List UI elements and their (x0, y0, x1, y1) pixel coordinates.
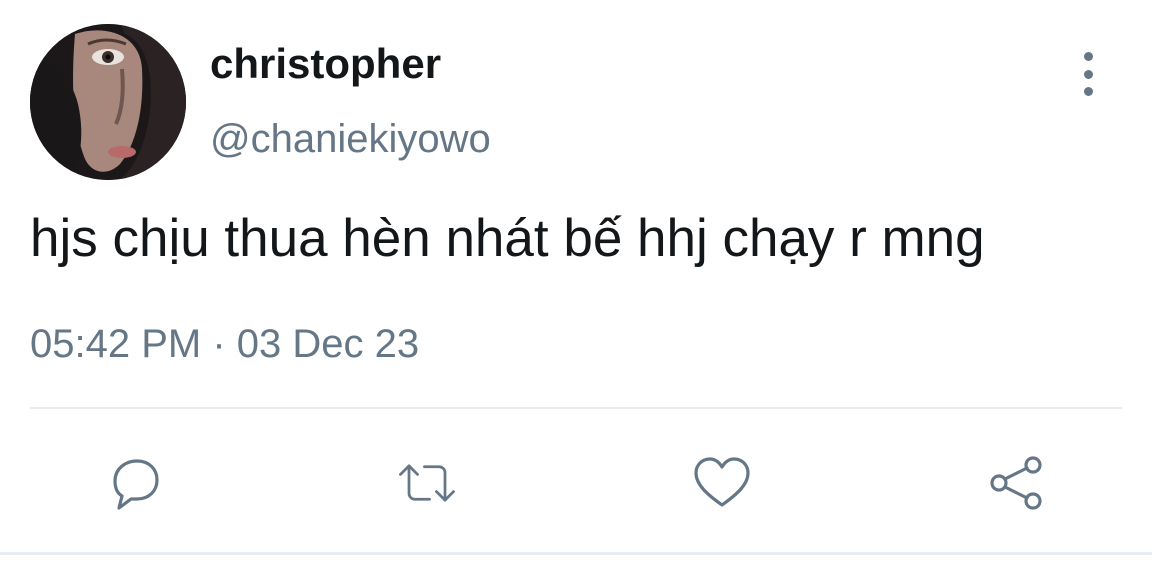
share-button[interactable] (987, 453, 1047, 513)
share-icon (990, 456, 1042, 510)
tweet-text: hjs chịu thua hèn nhát bế hhj chạy r mng (30, 209, 985, 268)
timestamp[interactable]: 05:42 PM · 03 Dec 23 (30, 322, 419, 367)
avatar[interactable] (30, 24, 186, 180)
like-button[interactable] (692, 453, 752, 513)
divider (30, 407, 1122, 409)
heart-icon (694, 457, 750, 507)
tweet-date: 03 Dec 23 (236, 322, 420, 366)
user-handle[interactable]: @chaniekiyowo (210, 117, 491, 162)
reply-button[interactable] (105, 453, 165, 513)
reply-icon (113, 459, 159, 510)
display-name[interactable]: christopher (210, 40, 441, 88)
tweet-card: christopher @chaniekiyowo hjs chịu thua … (0, 0, 1152, 573)
timestamp-separator: · (212, 322, 226, 366)
retweet-icon (399, 464, 455, 502)
more-options-button[interactable] (1068, 52, 1108, 96)
tweet-time: 05:42 PM (30, 322, 202, 366)
bottom-divider (0, 552, 1152, 555)
more-vertical-icon (1083, 52, 1093, 61)
retweet-button[interactable] (397, 453, 457, 513)
